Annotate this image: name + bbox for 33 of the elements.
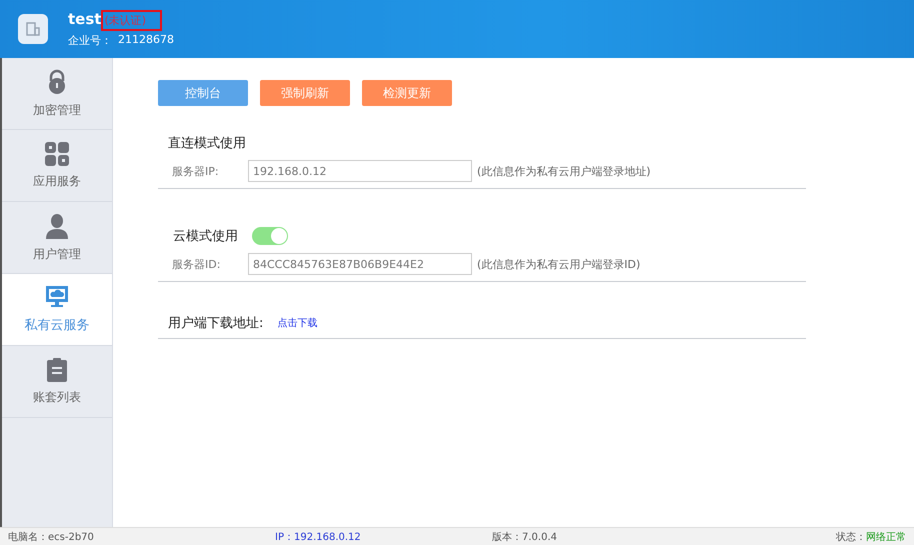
building-logo-icon [18,14,48,44]
clipboard-icon [47,358,67,382]
field-label: 服务器IP: [172,164,220,178]
field-note: (此信息作为私有云用户端登录地址) [477,164,651,178]
server-ip-field[interactable]: 192.168.0.12 [248,160,472,182]
company-name: test [68,10,102,28]
server-id-field[interactable]: 84CCC845763E87B06B9E44E2 [248,253,472,275]
version-text: 版本：7.0.0.4 [492,530,558,544]
verification-status: (未认证) [103,12,160,29]
field-label: 服务器ID: [172,256,222,272]
section-title: 用户端下载地址: [168,315,264,332]
download-link[interactable]: 点击下载 [277,316,318,330]
sidebar-item[interactable]: 应用服务 [2,130,112,202]
section-title: 直连模式使用 [168,135,246,152]
toggle-switch[interactable] [252,227,288,245]
field-note: (此信息作为私有云用户端登录ID) [477,256,640,272]
network-state: 网络正常 [866,530,906,544]
toolbar-button[interactable]: 强制刷新 [260,80,350,106]
ip-address: IP：192.168.0.12 [275,530,362,544]
toolbar-button[interactable]: 控制台 [158,80,248,106]
person-icon [46,212,68,238]
section-title: 云模式使用 [173,228,238,245]
padlock-icon [46,68,68,94]
sidebar-item[interactable]: 加密管理 [2,58,112,130]
monitor-cloud-icon [45,285,69,309]
state-label: 状态： [836,530,866,544]
sidebar-item[interactable]: 私有云服务 [2,274,112,346]
company-id-label: 企业号： [68,33,112,48]
computer-name: 电脑名：ecs-2b70 [8,530,95,544]
grid-icon [45,142,69,166]
sidebar-item[interactable]: 账套列表 [2,346,112,418]
company-id: 21128678 [118,33,174,48]
toolbar-button[interactable]: 检测更新 [362,80,452,106]
